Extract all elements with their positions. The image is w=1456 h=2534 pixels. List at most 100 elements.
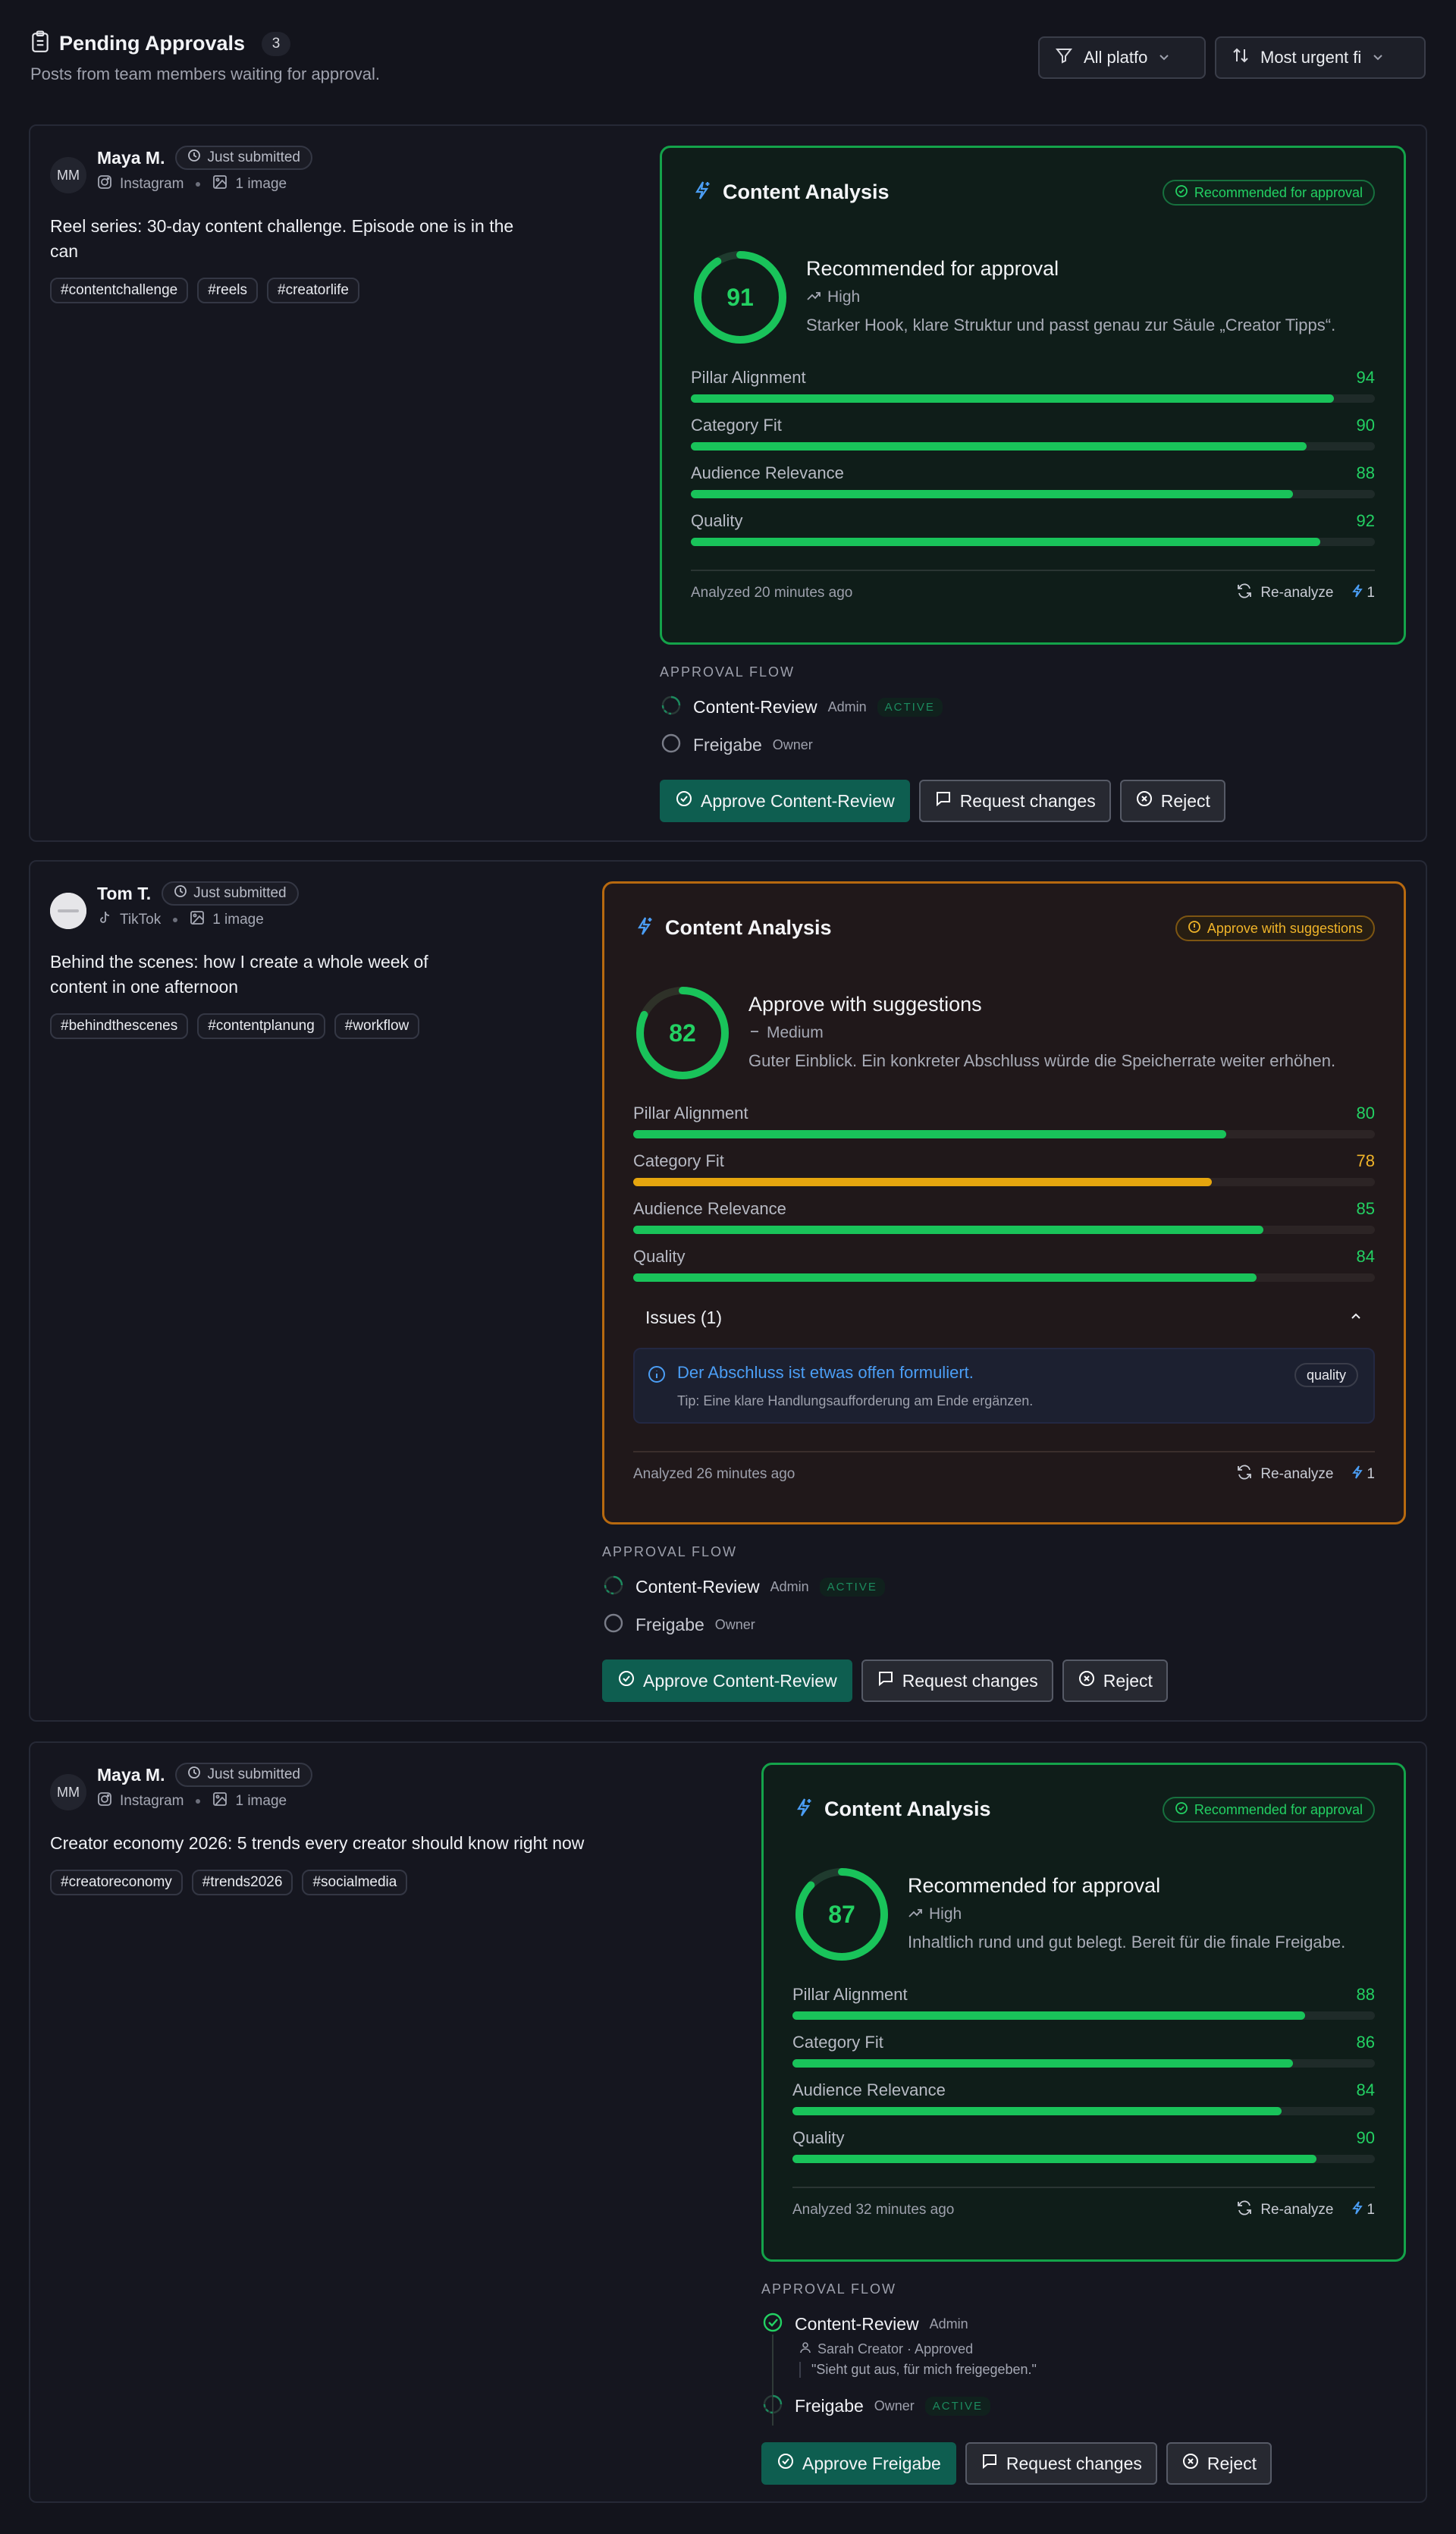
reject-button[interactable]: Reject (1119, 780, 1225, 822)
metric-bar-fill (691, 442, 1307, 451)
reject-label: Reject (1160, 790, 1210, 811)
content-analysis-panel: Content Analysis Approve with suggestion… (602, 881, 1406, 1524)
hashtag-chip[interactable]: #behindthescenes (50, 1013, 189, 1039)
hashtag-chip[interactable]: #reels (197, 278, 258, 303)
issues-toggle[interactable]: Issues (1) (633, 1295, 1375, 1340)
analyzed-time: Analyzed 26 minutes ago (633, 1466, 795, 1482)
approver-text: Sarah Creator · Approved (817, 2341, 974, 2357)
credit-cost: 1 (1351, 2200, 1375, 2220)
approve-label: Approve Content-Review (643, 1670, 837, 1691)
hashtag-chip[interactable]: #contentchallenge (50, 278, 189, 303)
hashtag-chip[interactable]: #contentplanung (197, 1013, 325, 1039)
panel-header: Content Analysis Recommended for approva… (792, 1794, 1375, 1824)
metric-bar (633, 1226, 1375, 1234)
clock-icon (187, 149, 201, 167)
active-badge: ACTIVE (924, 2396, 990, 2416)
metric-pillar-alignment: Pillar Alignment 80 (633, 1104, 1375, 1151)
metric-bar (792, 2107, 1375, 2115)
sort-select[interactable]: Most urgent fi (1215, 36, 1426, 79)
metric-bar (792, 2011, 1375, 2020)
status-text: Just submitted (207, 149, 300, 165)
metric-bar (633, 1273, 1375, 1282)
analyzed-time: Analyzed 32 minutes ago (792, 2202, 955, 2218)
platform-filter-select[interactable]: All platfo (1038, 36, 1206, 79)
metric-bar (633, 1130, 1375, 1138)
hashtag-chip[interactable]: #workflow (334, 1013, 420, 1039)
metric-bar (792, 2059, 1375, 2068)
refresh-icon (1236, 582, 1253, 604)
re-analyze-button[interactable]: Re-analyze (1236, 2200, 1333, 2221)
metric-category-fit: Category Fit 86 (792, 2033, 1375, 2080)
bolt-icon (1351, 583, 1363, 603)
re-analyze-label: Re-analyze (1260, 1466, 1334, 1482)
approval-card: Tom T. Just submitted TikTok 1 image Beh… (29, 860, 1427, 1722)
metric-bar (691, 442, 1375, 451)
recommendation-badge: Recommended for approval (1162, 180, 1375, 206)
x-circle-icon (1181, 2452, 1200, 2475)
metric-bar-fill (792, 2059, 1294, 2068)
hashtag-list: #behindthescenes #contentplanung #workfl… (50, 1013, 566, 1039)
metric-bar-fill (633, 1226, 1264, 1234)
hashtag-chip[interactable]: #trends2026 (191, 1870, 293, 1895)
metric-name: Category Fit (792, 2033, 883, 2052)
refresh-icon (1236, 1464, 1253, 1485)
metric-quality: Quality 84 (633, 1247, 1375, 1295)
confidence-level: High (908, 1905, 1389, 1923)
issue-title: Der Abschluss ist etwas offen formuliert… (677, 1363, 974, 1382)
message-icon (877, 1669, 895, 1692)
pending-circle-icon (602, 1612, 625, 1638)
recommendation-text: Approve with suggestions (1207, 920, 1363, 936)
verdict-description: Guter Einblick. Ein konkreter Abschluss … (748, 1051, 1336, 1070)
metric-audience-relevance: Audience Relevance 84 (792, 2080, 1375, 2128)
action-buttons: Approve Content-Review Request changes R… (660, 780, 1225, 822)
hashtag-chip[interactable]: #socialmedia (302, 1870, 408, 1895)
message-icon (934, 790, 952, 812)
re-analyze-label: Re-analyze (1260, 585, 1334, 601)
sparkle-bolt-icon (792, 1797, 814, 1822)
request-changes-button[interactable]: Request changes (918, 780, 1111, 822)
chevron-down-icon (1158, 48, 1170, 68)
clock-icon (174, 884, 187, 903)
flow-step-freigabe: Freigabe Owner (660, 733, 1342, 756)
status-badge: Just submitted (162, 881, 299, 906)
status-text: Just submitted (207, 1766, 300, 1782)
metric-name: Audience Relevance (633, 1199, 786, 1218)
content-analysis-panel: Content Analysis Recommended for approva… (660, 146, 1406, 645)
metric-bar (633, 1178, 1375, 1186)
metric-name: Audience Relevance (792, 2080, 946, 2099)
reject-button[interactable]: Reject (1166, 2442, 1272, 2485)
step-name: Content-Review (635, 1576, 760, 1597)
verdict-title: Recommended for approval (806, 257, 1059, 280)
step-name: Freigabe (795, 2395, 864, 2416)
step-name: Content-Review (795, 2313, 919, 2334)
credit-cost: 1 (1351, 1465, 1375, 1484)
hashtag-chip[interactable]: #creatoreconomy (50, 1870, 183, 1895)
metric-value: 84 (1356, 2080, 1375, 2099)
request-changes-button[interactable]: Request changes (965, 2442, 1157, 2485)
post-text: Behind the scenes: how I create a whole … (50, 952, 428, 997)
metric-value: 90 (1356, 416, 1375, 435)
re-analyze-button[interactable]: Re-analyze (1236, 582, 1333, 604)
alert-circle-icon (1188, 920, 1201, 937)
post-meta: TikTok 1 image (97, 910, 299, 930)
status-badge: Just submitted (175, 146, 312, 170)
verdict-description: Starker Hook, klare Struktur und passt g… (806, 316, 1336, 334)
approve-button[interactable]: Approve Content-Review (660, 780, 910, 822)
bolt-icon (1351, 2200, 1363, 2220)
approve-button[interactable]: Approve Content-Review (602, 1660, 852, 1702)
request-changes-button[interactable]: Request changes (861, 1660, 1053, 1702)
re-analyze-button[interactable]: Re-analyze (1236, 1464, 1333, 1485)
post-meta: Instagram 1 image (97, 174, 312, 194)
metric-bar-fill (792, 2107, 1282, 2115)
hashtag-chip[interactable]: #creatorlife (267, 278, 359, 303)
reject-button[interactable]: Reject (1062, 1660, 1168, 1702)
approve-label: Approve Freigabe (802, 2453, 941, 2473)
active-badge: ACTIVE (819, 1577, 885, 1597)
platform-filter-value: All platfo (1084, 48, 1148, 67)
approval-card: MM Maya M. Just submitted Instagram 1 im… (29, 124, 1427, 842)
flow-step-content-review: Content-Review Admin ACTIVE (602, 1575, 1285, 1598)
sort-icon (1232, 46, 1250, 69)
approve-button[interactable]: Approve Freigabe (761, 2442, 956, 2485)
metric-value: 80 (1356, 1104, 1375, 1123)
post-text: Creator economy 2026: 5 trends every cre… (50, 1833, 585, 1853)
